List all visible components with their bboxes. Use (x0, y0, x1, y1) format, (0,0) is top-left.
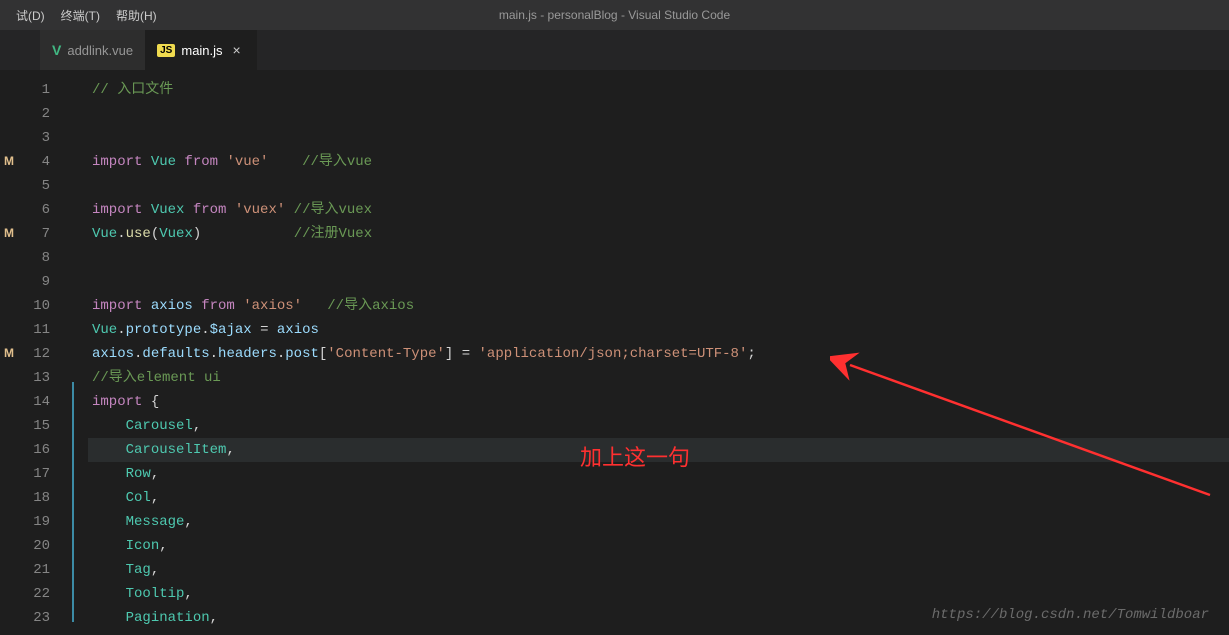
git-gutter: M M M (0, 70, 18, 635)
code-line[interactable]: import axios from 'axios' //导入axios (88, 294, 1229, 318)
code-line[interactable]: Tag, (88, 558, 1229, 582)
code-line[interactable]: CarouselItem, (88, 438, 1229, 462)
editor: MMM 123456789101112131415161718192021222… (0, 70, 1229, 635)
fold-indicator (72, 382, 74, 622)
code-line[interactable]: Icon, (88, 534, 1229, 558)
code-line[interactable]: import Vue from 'vue' //导入vue (88, 150, 1229, 174)
line-number: 4 (18, 150, 50, 174)
window-title: main.js - personalBlog - Visual Studio C… (499, 8, 730, 22)
git-modified-marker: M (4, 154, 14, 168)
line-number: 23 (18, 606, 50, 630)
line-number: 8 (18, 246, 50, 270)
code-line[interactable] (88, 246, 1229, 270)
tab-addlink-vue[interactable]: V addlink.vue (40, 30, 145, 70)
code-line[interactable]: Col, (88, 486, 1229, 510)
menu-item-terminal[interactable]: 终端(T) (53, 7, 108, 24)
line-number: 17 (18, 462, 50, 486)
line-number: 20 (18, 534, 50, 558)
line-number: 6 (18, 198, 50, 222)
code-line[interactable]: //导入element ui (88, 366, 1229, 390)
line-number: 11 (18, 318, 50, 342)
menu-item-help[interactable]: 帮助(H) (108, 7, 165, 24)
code-line[interactable]: Carousel, (88, 414, 1229, 438)
line-number: 13 (18, 366, 50, 390)
line-number: 21 (18, 558, 50, 582)
code-line[interactable]: Message, (88, 510, 1229, 534)
js-icon: JS (157, 44, 175, 57)
line-number: 18 (18, 486, 50, 510)
code-line[interactable]: import Vuex from 'vuex' //导入vuex (88, 198, 1229, 222)
line-number: 19 (18, 510, 50, 534)
menubar: 试(D) 终端(T) 帮助(H) main.js - personalBlog … (0, 0, 1229, 30)
line-number: 9 (18, 270, 50, 294)
code-line[interactable]: Pagination, (88, 606, 1229, 630)
line-number: 10 (18, 294, 50, 318)
line-numbers: 1234567891011121314151617181920212223 (18, 70, 68, 635)
tab-label: addlink.vue (67, 43, 133, 58)
code-line[interactable]: Vue.use(Vuex) //注册Vuex (88, 222, 1229, 246)
close-icon[interactable]: × (229, 42, 245, 58)
git-modified-marker: M (4, 226, 14, 240)
fold-gutter (68, 70, 88, 635)
line-number: 2 (18, 102, 50, 126)
code-line[interactable]: import { (88, 390, 1229, 414)
line-number: 5 (18, 174, 50, 198)
code-line[interactable]: Tooltip, (88, 582, 1229, 606)
line-number: 16 (18, 438, 50, 462)
code-line[interactable]: axios.defaults.headers.post['Content-Typ… (88, 342, 1229, 366)
code-line[interactable]: // 入口文件 (88, 78, 1229, 102)
code-line[interactable] (88, 126, 1229, 150)
line-number: 14 (18, 390, 50, 414)
code-line[interactable] (88, 102, 1229, 126)
code-area[interactable]: // 入口文件 import Vue from 'vue' //导入vue impo… (88, 70, 1229, 635)
menu-item-debug[interactable]: 试(D) (8, 7, 53, 24)
tab-main-js[interactable]: JS main.js × (145, 30, 256, 70)
code-line[interactable] (88, 174, 1229, 198)
code-line[interactable]: Row, (88, 462, 1229, 486)
tab-label: main.js (181, 43, 222, 58)
code-line[interactable]: Vue.prototype.$ajax = axios (88, 318, 1229, 342)
line-number: 22 (18, 582, 50, 606)
line-number: 3 (18, 126, 50, 150)
vue-icon: V (52, 42, 61, 58)
git-modified-marker: M (4, 346, 14, 360)
code-line[interactable] (88, 270, 1229, 294)
line-number: 12 (18, 342, 50, 366)
line-number: 15 (18, 414, 50, 438)
line-number: 7 (18, 222, 50, 246)
line-number: 1 (18, 78, 50, 102)
tabbar: V addlink.vue JS main.js × (0, 30, 1229, 70)
